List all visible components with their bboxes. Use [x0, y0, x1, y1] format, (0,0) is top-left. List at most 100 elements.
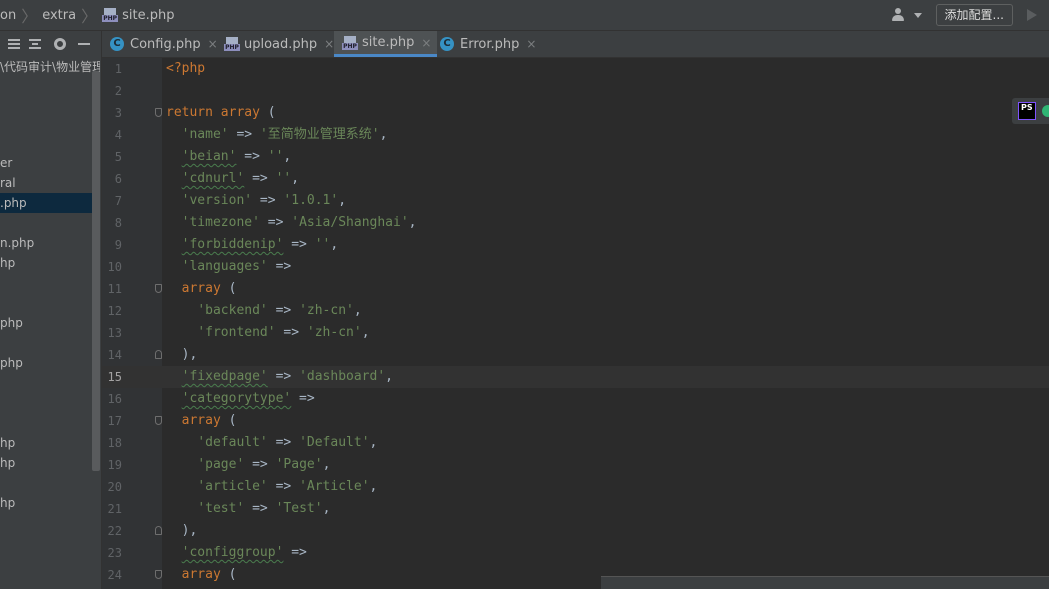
code-token: array: [181, 281, 221, 296]
code-token: ,: [369, 479, 378, 494]
code-token: array: [181, 567, 221, 582]
tree-item[interactable]: \代码审计\物业管理: [0, 57, 100, 77]
user-icon[interactable]: [891, 7, 912, 23]
run-icon[interactable]: [1027, 9, 1037, 21]
expand-all-icon[interactable]: [7, 37, 21, 51]
tab-error-php[interactable]: C Error.php ×: [432, 31, 542, 57]
code-line[interactable]: 15 'fixedpage' => 'dashboard',: [102, 366, 1049, 388]
code-line[interactable]: 20 'article' => 'Article',: [102, 476, 1049, 498]
close-icon[interactable]: ×: [324, 37, 334, 51]
project-panel-toolbar: [0, 31, 101, 57]
code-line[interactable]: 16 'categorytype' =>: [102, 388, 1049, 410]
code-token: 'dashboard': [299, 369, 386, 384]
line-number: 11: [107, 282, 122, 296]
fold-marker-icon[interactable]: [155, 570, 162, 579]
gear-icon[interactable]: [54, 38, 66, 50]
fold-marker-icon[interactable]: [155, 416, 162, 425]
code-token: =>: [244, 171, 276, 186]
code-line[interactable]: 8 'timezone' => 'Asia/Shanghai',: [102, 212, 1049, 234]
code-line[interactable]: 19 'page' => 'Page',: [102, 454, 1049, 476]
code-line[interactable]: 23 'configgroup' =>: [102, 542, 1049, 564]
code-line[interactable]: 3 return array (: [102, 102, 1049, 124]
code-line[interactable]: 2: [102, 80, 1049, 102]
breadcrumb-item-root[interactable]: on: [0, 8, 16, 23]
code-line[interactable]: 5 'beian' => '',: [102, 146, 1049, 168]
tree-item-label: ral: [0, 176, 16, 190]
code-token: return array: [166, 105, 260, 120]
code-token: <?php: [166, 61, 206, 76]
project-panel-scrollbar[interactable]: [92, 71, 100, 471]
tree-item[interactable]: php: [0, 353, 100, 373]
code-token: (: [220, 281, 237, 296]
add-configuration-button[interactable]: 添加配置...: [935, 4, 1013, 26]
code-line[interactable]: 12 'backend' => 'zh-cn',: [102, 300, 1049, 322]
tree-item[interactable]: ral: [0, 173, 100, 193]
code-text: 'cdnurl' => '',: [166, 168, 299, 190]
tree-item[interactable]: .php: [0, 193, 100, 213]
hide-panel-icon[interactable]: [78, 43, 90, 45]
line-number: 12: [107, 304, 122, 318]
tab-label: Error.php: [460, 36, 520, 52]
php-file-icon: PHP: [102, 7, 119, 23]
collapse-all-icon[interactable]: [28, 37, 42, 51]
line-number: 10: [107, 260, 122, 274]
fold-marker-icon[interactable]: [155, 350, 162, 359]
tab-site-php[interactable]: PHP site.php ×: [334, 31, 438, 57]
code-line[interactable]: 9 'forbiddenip' => '',: [102, 234, 1049, 256]
tree-item[interactable]: php: [0, 313, 100, 333]
fold-marker-icon[interactable]: [155, 284, 162, 293]
code-line[interactable]: 10 'languages' =>: [102, 256, 1049, 278]
code-token: 'forbiddenip': [181, 237, 284, 252]
tree-item[interactable]: n.php: [0, 233, 100, 253]
code-editor[interactable]: 1 <?php 2 3 return array (4 'name' => '至简物业管…: [102, 58, 1049, 589]
code-line[interactable]: 13 'frontend' => 'zh-cn',: [102, 322, 1049, 344]
breadcrumb-item-extra[interactable]: extra: [42, 8, 76, 23]
code-line[interactable]: 11 array (: [102, 278, 1049, 300]
code-text: array (: [166, 564, 237, 586]
code-token: 'cdnurl': [181, 171, 245, 186]
tab-config-php[interactable]: C Config.php ×: [102, 31, 224, 57]
code-line[interactable]: 6 'cdnurl' => '',: [102, 168, 1049, 190]
tree-item[interactable]: hp: [0, 253, 100, 273]
tree-item[interactable]: hp: [0, 433, 100, 453]
tree-item[interactable]: hp: [0, 453, 100, 473]
fold-marker-icon[interactable]: [155, 526, 162, 535]
close-icon[interactable]: ×: [526, 37, 536, 51]
code-line[interactable]: 7 'version' => '1.0.1',: [102, 190, 1049, 212]
tree-item[interactable]: hp: [0, 493, 100, 513]
code-line[interactable]: 14 ),: [102, 344, 1049, 366]
code-token: =>: [267, 479, 300, 494]
code-line[interactable]: 17 array (: [102, 410, 1049, 432]
tab-upload-php[interactable]: PHP upload.php ×: [216, 31, 340, 57]
code-token: =>: [291, 391, 315, 406]
code-token: 'Default': [299, 435, 370, 450]
code-line[interactable]: 18 'default' => 'Default',: [102, 432, 1049, 454]
line-number: 8: [114, 216, 122, 230]
code-line[interactable]: 1 <?php: [102, 58, 1049, 80]
code-token: 'test': [197, 501, 245, 516]
php-file-icon: PHP: [342, 35, 358, 51]
code-token: 'default': [197, 435, 268, 450]
code-token: ,: [322, 457, 331, 472]
fold-marker-icon[interactable]: [155, 108, 162, 117]
code-token: =>: [267, 369, 300, 384]
code-text: 'name' => '至简物业管理系统',: [166, 124, 388, 146]
breadcrumb-item-site[interactable]: PHP site.php: [102, 7, 174, 23]
code-line[interactable]: 4 'name' => '至简物业管理系统',: [102, 124, 1049, 146]
code-text: return array (: [166, 102, 276, 124]
chevron-down-icon[interactable]: [913, 12, 922, 18]
code-line[interactable]: 22 ),: [102, 520, 1049, 542]
ide-window: on 〉 extra 〉 PHP site.php 添加配置... \代码审计\…: [0, 0, 1049, 589]
code-text: ),: [166, 344, 198, 366]
code-token: ,: [379, 127, 388, 142]
tree-item[interactable]: er: [0, 153, 100, 173]
line-number: 13: [107, 326, 122, 340]
phpstorm-plugin-badge[interactable]: PS: [1012, 98, 1049, 124]
code-line[interactable]: 21 'test' => 'Test',: [102, 498, 1049, 520]
code-token: 'timezone': [181, 215, 260, 230]
code-token: ,: [330, 237, 339, 252]
close-icon[interactable]: ×: [421, 36, 431, 50]
